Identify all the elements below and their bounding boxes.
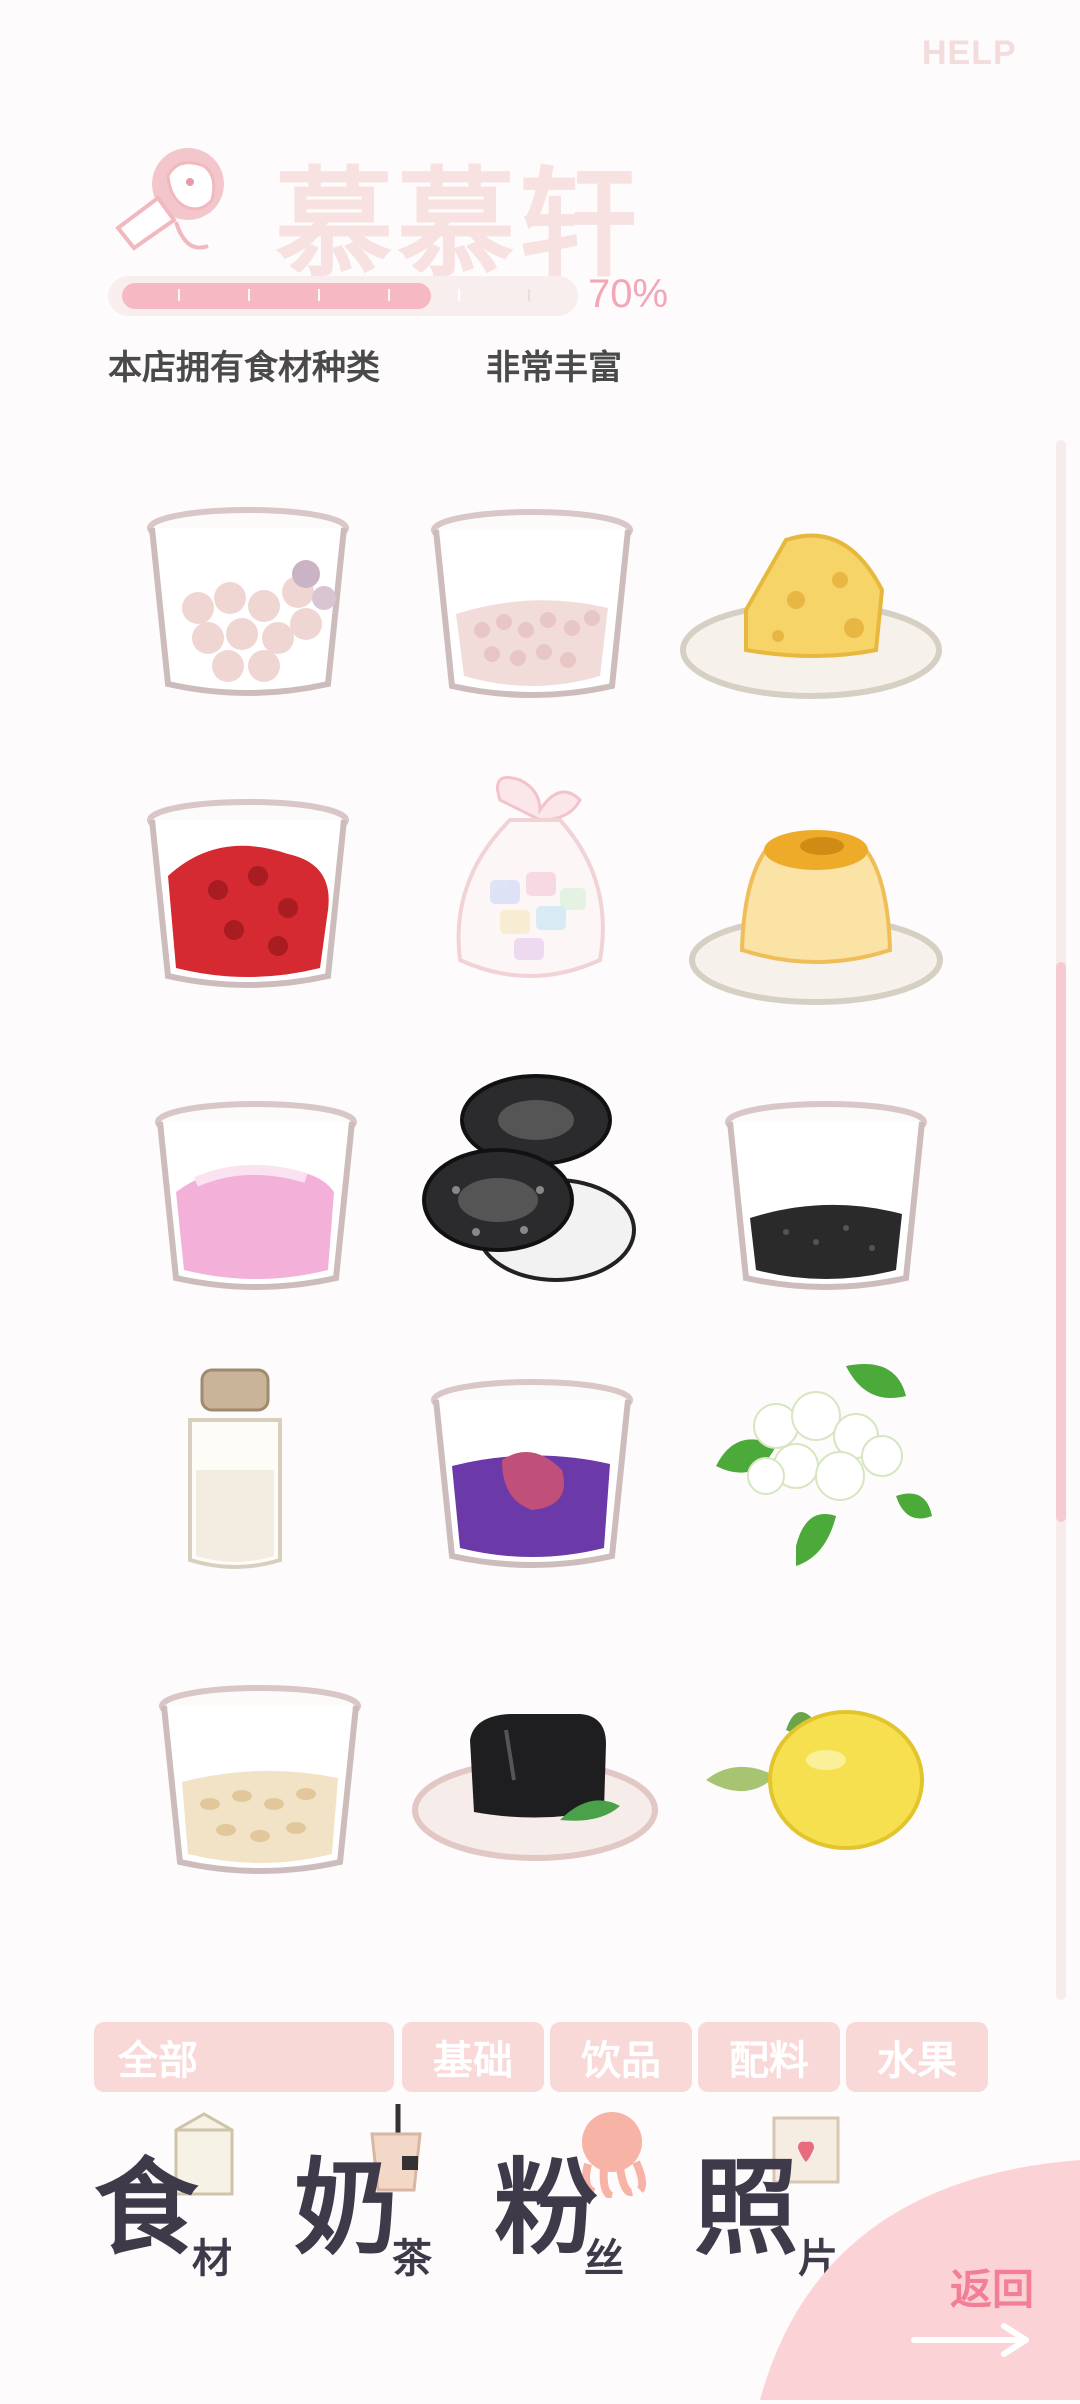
character-logo-icon <box>108 136 248 266</box>
lemon-icon[interactable] <box>696 1700 926 1860</box>
progress-tick <box>248 289 250 301</box>
tab-fruit[interactable]: 水果 <box>846 2022 988 2092</box>
progress-fill <box>122 283 431 309</box>
stat-value: 非常丰富 <box>486 348 622 388</box>
progress-percent: 70% <box>588 272 669 316</box>
back-button[interactable]: 返回 <box>950 2256 1034 2317</box>
nav-fans[interactable]: 粉 丝 <box>494 2110 684 2282</box>
salt-shaker-icon[interactable] <box>170 1360 300 1580</box>
pudding-plate-icon[interactable] <box>686 800 946 1020</box>
ingredient-progress-bar <box>108 276 578 316</box>
nav-milk-tea[interactable]: 奶 茶 <box>294 2104 484 2282</box>
nav-milk-tea-sub: 茶 <box>392 2236 432 2282</box>
nav-ingredients[interactable]: 食 材 <box>94 2110 284 2282</box>
cup-black-sesame-icon[interactable] <box>716 1082 936 1302</box>
help-button[interactable]: HELP <box>922 34 1017 73</box>
progress-tick <box>388 289 390 301</box>
stat-label: 本店拥有食材种类 <box>108 348 380 388</box>
progress-tick <box>318 289 320 301</box>
cup-taro-icon[interactable] <box>422 1360 642 1580</box>
shop-title: 慕慕轩 <box>275 155 642 293</box>
nav-fans-sub: 丝 <box>584 2236 624 2282</box>
nav-ingredients-sub: 材 <box>192 2236 232 2282</box>
ingredient-list-scrollbar[interactable] <box>1056 440 1066 2000</box>
tab-toppings[interactable]: 配料 <box>698 2022 840 2092</box>
nav-fans-main: 粉 <box>494 2147 599 2269</box>
grass-jelly-plate-icon[interactable] <box>410 1700 660 1870</box>
back-arrow-icon[interactable] <box>908 2320 1038 2360</box>
progress-tick <box>528 289 530 301</box>
cup-oats-icon[interactable] <box>150 1666 370 1886</box>
nav-milk-tea-main: 奶 <box>294 2147 399 2269</box>
tab-drinks[interactable]: 饮品 <box>550 2022 692 2092</box>
scrollbar-thumb[interactable] <box>1056 962 1066 1522</box>
cup-pink-cream-icon[interactable] <box>146 1082 366 1302</box>
tab-all[interactable]: 全部 <box>94 2022 394 2092</box>
oreo-cookies-icon[interactable] <box>416 1070 636 1290</box>
progress-tick <box>178 289 180 301</box>
cheese-plate-icon[interactable] <box>676 500 946 720</box>
cup-red-beans-icon[interactable] <box>138 780 358 1000</box>
cup-tapioca-pearls-icon[interactable] <box>138 488 358 708</box>
marshmallow-bag-icon[interactable] <box>430 760 630 1000</box>
cup-small-pearls-icon[interactable] <box>422 490 642 710</box>
tab-basic[interactable]: 基础 <box>402 2022 544 2092</box>
nav-ingredients-main: 食 <box>94 2147 199 2269</box>
progress-tick <box>458 289 460 301</box>
jasmine-flowers-icon[interactable] <box>696 1346 936 1576</box>
